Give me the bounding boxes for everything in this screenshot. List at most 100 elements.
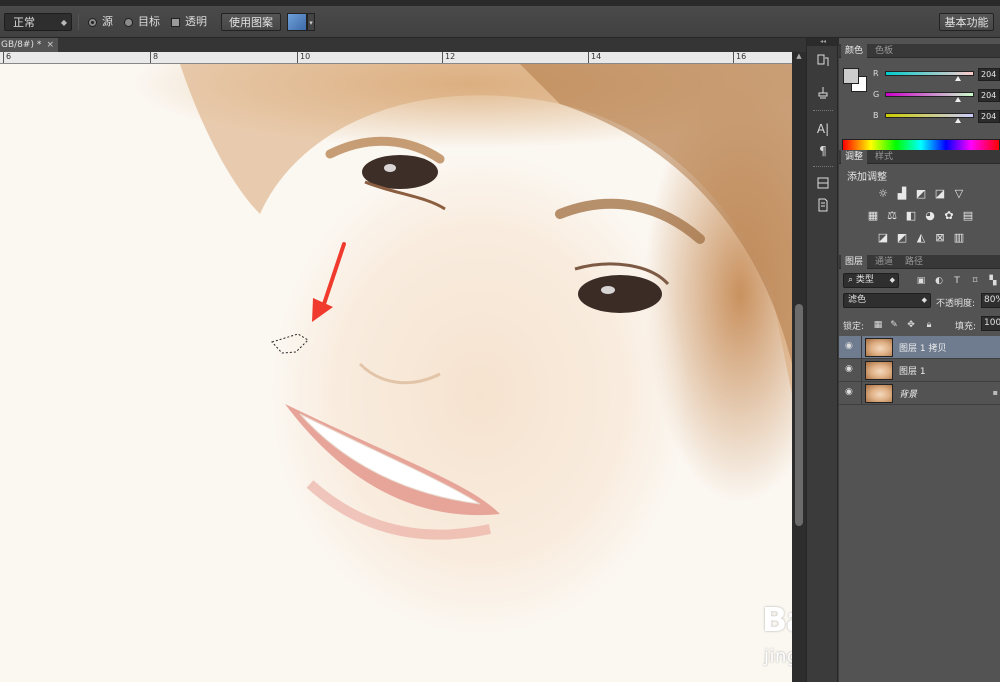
brightness-icon[interactable]: ☼ [877,188,889,200]
blend-mode-select[interactable]: 滤色 ◆ [843,293,931,308]
blend-mode-value: 滤色 [848,295,867,305]
divider [861,336,862,359]
layer-row[interactable]: ◉ 图层 1 [839,359,1000,382]
notes-icon[interactable] [813,198,833,216]
document-tab-title: GB/8#) * [1,40,42,50]
dock-grip [813,110,833,112]
value-b[interactable]: 204 [978,110,1000,123]
scroll-up-icon[interactable]: ▲ [792,52,806,64]
curves-icon[interactable]: ◩ [915,188,927,200]
eye-icon[interactable]: ◉ [845,388,856,397]
eye-icon[interactable]: ◉ [845,342,856,351]
watermark-url: jingyan.baidu.com [764,646,792,667]
close-icon[interactable]: × [46,38,54,52]
levels-icon[interactable]: ▟ [896,188,908,200]
posterize-icon[interactable]: ◩ [896,232,908,244]
fg-bg-swatches[interactable] [843,68,869,94]
adjustments-panel-tabs: 调整 样式 [839,150,1000,164]
document-canvas[interactable]: Bai du 经验 jingyan.baidu.com [0,64,792,682]
selection-marquee[interactable] [271,333,309,354]
dock-grip [813,166,833,168]
tab-paths[interactable]: 路径 [901,255,927,269]
tab-color[interactable]: 颜色 [841,44,868,58]
clone-stamp-preset-icon[interactable] [813,86,833,104]
tab-swatches[interactable]: 色板 [871,44,897,58]
hue-saturation-icon[interactable]: ▦ [867,210,879,222]
pattern-dropdown-icon[interactable]: ▾ [307,13,315,31]
layer-name[interactable]: 图层 1 拷贝 [899,341,946,354]
panel-dock-icons: ◂◂ A| ¶ [806,38,839,682]
slider-label-r: R [873,69,879,78]
color-balance-icon[interactable]: ⚖ [886,210,898,222]
left-eyebrow-shape [325,136,445,164]
exposure-icon[interactable]: ◪ [934,188,946,200]
fill-input[interactable]: 100% [981,316,1000,331]
filter-shape-icon[interactable]: ⌑ [970,276,980,286]
lock-transparent-icon[interactable]: ▦ [873,320,883,330]
lock-paint-icon[interactable]: ✎ [889,320,899,330]
value-g[interactable]: 204 [978,89,1000,102]
filter-smart-object-icon[interactable]: ▚ [988,276,998,286]
photo-filter-icon[interactable]: ◕ [924,210,936,222]
scrollbar-thumb[interactable] [795,304,803,526]
character-icon[interactable]: A| [813,120,833,138]
layer-row[interactable]: ◉ 背景 ▪ [839,382,1000,405]
layer-name[interactable]: 图层 1 [899,364,926,377]
opacity-input[interactable]: 80% [981,293,1000,308]
collapse-dock-icon[interactable]: ◂◂ [807,38,839,46]
layers-panel: 图层 通道 路径 ⌕ 类型 ◆ ▣ ◐ T ⌑ ▚ 滤色 ◆ 不透明度: 80% 锁… [839,255,1000,682]
lock-position-icon[interactable]: ✥ [906,320,916,330]
layer-filter-select[interactable]: ⌕ 类型 ◆ [843,273,899,288]
history-brush-icon[interactable] [813,54,833,72]
transparent-checkbox[interactable]: 透明 [171,13,211,31]
layer-filter-kind: 类型 [855,275,874,285]
filter-adjustment-icon[interactable]: ◐ [934,276,944,286]
slider-thumb-r[interactable] [955,76,961,81]
watermark-brand: Bai du [762,600,792,639]
paragraph-icon[interactable]: ¶ [813,142,833,160]
filter-type-icon[interactable]: T [952,276,962,286]
ruler-tick: 8 [150,52,158,63]
invert-icon[interactable]: ◪ [877,232,889,244]
layer-comps-icon[interactable] [813,176,833,194]
right-panel-column: 颜色 色板 R 204 G 204 B 204 调整 样式 添加调整 ☼ ▟ ◩… [839,38,1000,682]
tab-channels[interactable]: 通道 [871,255,897,269]
source-radio[interactable]: 源 [88,13,118,31]
selective-color-icon[interactable]: ⊠ [934,232,946,244]
layer-thumbnail [865,338,893,357]
use-pattern-button[interactable]: 使用图案 [221,13,281,31]
tab-styles[interactable]: 样式 [871,150,897,164]
destination-label: 目标 [138,15,160,28]
mode-select[interactable]: 正常 ◆ [4,13,72,31]
right-eyebrow-shape [555,198,705,244]
gradient-map-icon[interactable]: ▥ [953,232,965,244]
eye-highlight-shape [384,164,396,172]
annotation-arrow-head [312,298,333,322]
layer-name[interactable]: 背景 [899,387,917,400]
transparent-label: 透明 [185,15,207,28]
vibrance-icon[interactable]: ▽ [953,188,965,200]
foreground-color-swatch[interactable] [843,68,859,84]
ruler-tick: 10 [297,52,310,63]
destination-radio[interactable]: 目标 [124,13,164,31]
document-tab[interactable]: GB/8#) * × [0,38,58,52]
color-lookup-icon[interactable]: ▤ [962,210,974,222]
slider-thumb-g[interactable] [955,97,961,102]
black-white-icon[interactable]: ◧ [905,210,917,222]
chevron-down-icon: ◆ [921,296,927,304]
threshold-icon[interactable]: ◭ [915,232,927,244]
vertical-scrollbar[interactable]: ▲ [792,52,806,682]
adjustments-title: 添加调整 [847,172,887,183]
channel-mixer-icon[interactable]: ✿ [943,210,955,222]
workspace-button[interactable]: 基本功能 [939,13,994,31]
eye-icon[interactable]: ◉ [845,365,856,374]
right-eye-shape [578,275,662,313]
filter-pixel-icon[interactable]: ▣ [916,276,926,286]
value-r[interactable]: 204 [978,68,1000,81]
slider-thumb-b[interactable] [955,118,961,123]
tab-adjustments[interactable]: 调整 [841,150,868,164]
pattern-picker-icon[interactable] [287,13,307,31]
lock-all-icon[interactable]: 🔒︎ [924,320,934,330]
tab-layers[interactable]: 图层 [841,255,868,269]
layer-row[interactable]: ◉ 图层 1 拷贝 [839,336,1000,359]
